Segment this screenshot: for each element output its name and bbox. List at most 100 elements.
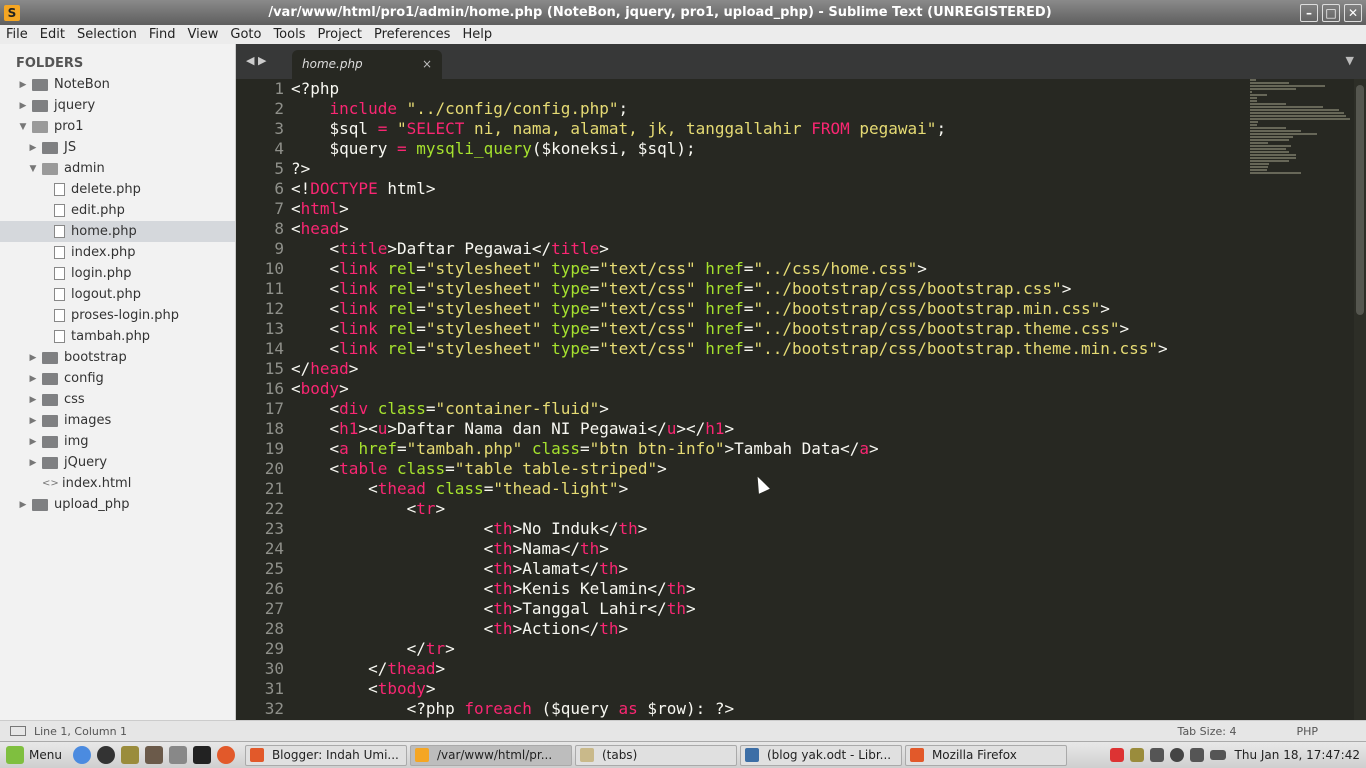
sidebar-item-delete-php[interactable]: delete.php (0, 179, 235, 200)
music-launcher-icon[interactable] (96, 746, 115, 764)
tray-update-icon[interactable] (1129, 748, 1144, 762)
sidebar-item-config[interactable]: ▶ config (0, 368, 235, 389)
clock[interactable]: Thu Jan 18, 17:47:42 (1235, 748, 1360, 762)
menu-view[interactable]: View (182, 27, 225, 42)
tab-nav-arrows-icon[interactable]: ◀ ▶ (246, 54, 266, 67)
tray-shield-icon[interactable] (1109, 748, 1124, 762)
code-line[interactable]: <head> (291, 219, 1351, 239)
chevron-right-icon[interactable]: ▶ (28, 143, 38, 153)
sidebar-item-notebon[interactable]: ▶ NoteBon (0, 74, 235, 95)
sidebar-item-login-php[interactable]: login.php (0, 263, 235, 284)
close-button[interactable]: ✕ (1344, 3, 1362, 22)
code-line[interactable]: <html> (291, 199, 1351, 219)
sidebar-item-upload-php[interactable]: ▶ upload_php (0, 494, 235, 515)
chevron-right-icon[interactable]: ▶ (28, 437, 38, 447)
code-line[interactable]: <tr> (291, 499, 1351, 519)
menu-help[interactable]: Help (456, 27, 498, 42)
code-line[interactable]: <h1><u>Daftar Nama dan NI Pegawai</u></h… (291, 419, 1351, 439)
chevron-right-icon[interactable]: ▶ (28, 395, 38, 405)
code-line[interactable]: $sql = "SELECT ni, nama, alamat, jk, tan… (291, 119, 1351, 139)
sidebar-item-admin[interactable]: ▼ admin (0, 158, 235, 179)
chevron-right-icon[interactable]: ▶ (18, 500, 28, 510)
code-line[interactable]: <link rel="stylesheet" type="text/css" h… (291, 299, 1351, 319)
taskbar-window-button[interactable]: Mozilla Firefox (904, 744, 1067, 766)
terminal-launcher-icon[interactable] (192, 746, 211, 764)
menu-goto[interactable]: Goto (224, 27, 267, 42)
chevron-right-icon[interactable]: ▶ (28, 458, 38, 468)
code-line[interactable]: <th>Alamat</th> (291, 559, 1351, 579)
chevron-down-icon[interactable]: ▼ (28, 164, 38, 174)
code-line[interactable]: <div class="container-fluid"> (291, 399, 1351, 419)
tab-close-icon[interactable]: × (422, 57, 432, 71)
code-line[interactable]: <th>Tanggal Lahir</th> (291, 599, 1351, 619)
chevron-right-icon[interactable]: ▶ (18, 101, 28, 111)
code-line[interactable]: <th>Nama</th> (291, 539, 1351, 559)
code-line[interactable]: <a href="tambah.php" class="btn btn-info… (291, 439, 1351, 459)
sidebar-item-jquery[interactable]: ▶ jquery (0, 95, 235, 116)
menu-project[interactable]: Project (311, 27, 367, 42)
code-line[interactable]: <link rel="stylesheet" type="text/css" h… (291, 259, 1351, 279)
sidebar-item-bootstrap[interactable]: ▶ bootstrap (0, 347, 235, 368)
sidebar-item-proses-login-php[interactable]: proses-login.php (0, 305, 235, 326)
sidebar-item-logout-php[interactable]: logout.php (0, 284, 235, 305)
taskbar-window-button[interactable]: (blog yak.odt - Libr... (739, 744, 902, 766)
menu-find[interactable]: Find (143, 27, 182, 42)
sidebar-item-tambah-php[interactable]: tambah.php (0, 326, 235, 347)
tray-battery-icon[interactable] (1209, 750, 1226, 760)
scrollbar-thumb[interactable] (1356, 85, 1364, 315)
menu-preferences[interactable]: Preferences (368, 27, 456, 42)
syntax-indicator[interactable]: PHP (1296, 725, 1318, 738)
chrome-launcher-icon[interactable] (72, 746, 91, 764)
code-line[interactable]: <tbody> (291, 679, 1351, 699)
code-area[interactable]: <?php include "../config/config.php"; $s… (291, 79, 1351, 719)
code-line[interactable]: <title>Daftar Pegawai</title> (291, 239, 1351, 259)
sidebar-item-home-php[interactable]: home.php (0, 221, 235, 242)
sidebar-item-index-php[interactable]: index.php (0, 242, 235, 263)
code-line[interactable]: <!DOCTYPE html> (291, 179, 1351, 199)
code-line[interactable]: <th>Action</th> (291, 619, 1351, 639)
taskbar-window-button[interactable]: Blogger: Indah Umi... (244, 744, 407, 766)
code-line[interactable]: <?php foreach ($query as $row): ?> (291, 699, 1351, 719)
mint-menu-icon[interactable] (6, 746, 24, 764)
code-line[interactable]: <link rel="stylesheet" type="text/css" h… (291, 339, 1351, 359)
code-line[interactable]: <link rel="stylesheet" type="text/css" h… (291, 319, 1351, 339)
chevron-right-icon[interactable]: ▶ (18, 80, 28, 90)
chevron-right-icon[interactable]: ▶ (28, 416, 38, 426)
tab-home-php[interactable]: home.php × (292, 50, 442, 79)
firefox-launcher-icon[interactable] (216, 746, 235, 764)
sidebar-item-images[interactable]: ▶ images (0, 410, 235, 431)
tab-size-indicator[interactable]: Tab Size: 4 (1178, 725, 1237, 738)
sidebar-item-css[interactable]: ▶ css (0, 389, 235, 410)
code-line[interactable]: <link rel="stylesheet" type="text/css" h… (291, 279, 1351, 299)
sidebar-item-js[interactable]: ▶ JS (0, 137, 235, 158)
minimap[interactable] (1250, 79, 1354, 209)
menu-button[interactable]: Menu (29, 748, 62, 762)
code-line[interactable]: <thead class="thead-light"> (291, 479, 1351, 499)
code-line[interactable]: <?php (291, 79, 1351, 99)
taskbar-window-button[interactable]: /var/www/html/pr... (409, 744, 572, 766)
code-line[interactable]: include "../config/config.php"; (291, 99, 1351, 119)
code-line[interactable]: <th>No Induk</th> (291, 519, 1351, 539)
code-line[interactable]: <th>Kenis Kelamin</th> (291, 579, 1351, 599)
files-launcher-icon[interactable] (144, 746, 163, 764)
sidebar-item-edit-php[interactable]: edit.php (0, 200, 235, 221)
show-desktop-icon[interactable] (168, 746, 187, 764)
taskbar-window-button[interactable]: (tabs) (574, 744, 737, 766)
menu-file[interactable]: File (0, 27, 34, 42)
code-line[interactable]: <body> (291, 379, 1351, 399)
tray-network-icon[interactable] (1149, 748, 1164, 762)
chevron-right-icon[interactable]: ▶ (28, 374, 38, 384)
tray-volume-icon[interactable] (1189, 748, 1204, 762)
menu-selection[interactable]: Selection (71, 27, 143, 42)
menu-tools[interactable]: Tools (267, 27, 311, 42)
code-line[interactable]: </thead> (291, 659, 1351, 679)
maximize-button[interactable]: □ (1322, 3, 1340, 22)
sidebar-item-pro1[interactable]: ▼ pro1 (0, 116, 235, 137)
code-line[interactable]: </head> (291, 359, 1351, 379)
menu-edit[interactable]: Edit (34, 27, 71, 42)
code-line[interactable]: <table class="table table-striped"> (291, 459, 1351, 479)
code-line[interactable]: </tr> (291, 639, 1351, 659)
editor-launcher-icon[interactable] (120, 746, 139, 764)
chevron-down-icon[interactable]: ▼ (18, 122, 28, 132)
code-editor[interactable]: 1 2 3 4 5 6 7 8 9 10 11 12 13 14 15 16 17 18 19 20 21 22 23 24 2… (236, 79, 1356, 720)
